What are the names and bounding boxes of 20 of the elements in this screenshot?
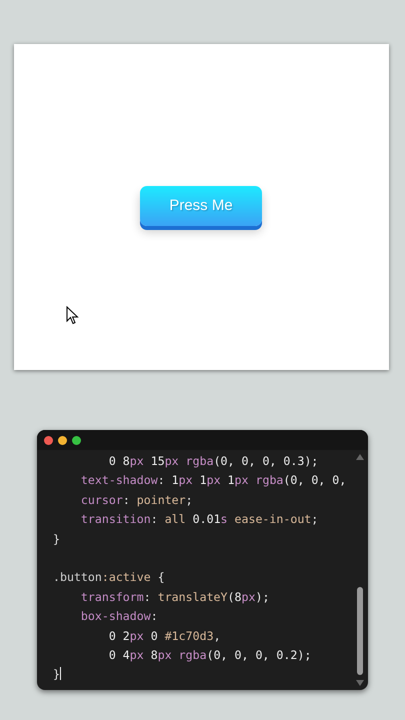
code-line: 0 4px 8px rgba(0, 0, 0, 0.2); — [108, 647, 312, 664]
code-line: .button:active { — [53, 569, 166, 586]
mouse-pointer-icon — [66, 306, 79, 325]
press-me-button[interactable]: Press Me — [140, 186, 262, 226]
code-line: transition: all 0.01s ease-in-out; — [80, 511, 320, 528]
scrollbar[interactable] — [355, 454, 364, 686]
scrollbar-thumb[interactable] — [356, 587, 362, 675]
scroll-up-icon[interactable] — [356, 454, 364, 460]
code-line: cursor: pointer; — [80, 492, 194, 509]
code-line: 0 8px 15px rgba(0, 0, 0, 0.3); — [108, 453, 320, 470]
scroll-down-icon[interactable] — [356, 680, 364, 686]
maximize-window-icon[interactable] — [72, 436, 81, 444]
code-line: text-shadow: 1px 1px 1px rgba(0, 0, 0, — [80, 472, 348, 490]
code-line: } — [53, 530, 61, 548]
close-window-icon[interactable] — [44, 436, 53, 444]
code-line: } — [53, 666, 62, 684]
code-line: transform: translateY(8px); — [80, 588, 270, 606]
minimize-window-icon[interactable] — [58, 436, 67, 444]
code-line: box-shadow: — [80, 608, 159, 626]
code-line: 0 2px 0 #1c70d3, — [108, 628, 222, 645]
